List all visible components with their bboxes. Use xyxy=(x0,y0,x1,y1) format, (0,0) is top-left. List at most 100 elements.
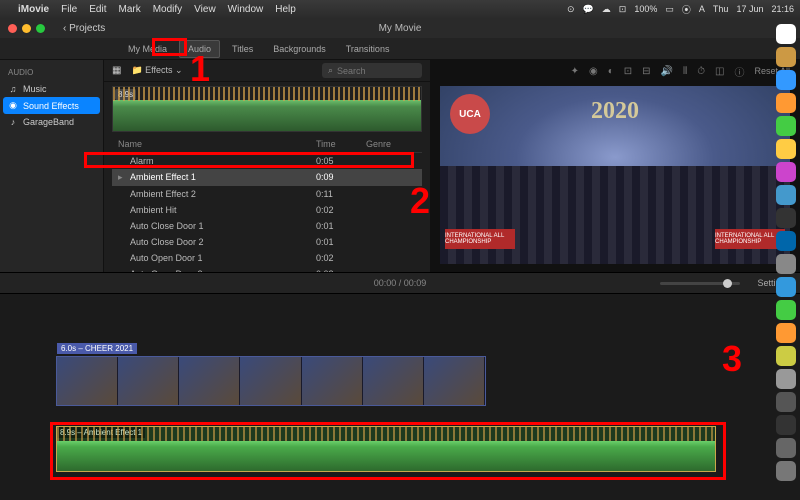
sidebar-item-label: GarageBand xyxy=(23,117,74,127)
tab-transitions[interactable]: Transitions xyxy=(338,41,398,57)
dock-app[interactable] xyxy=(776,162,796,182)
color-balance-icon[interactable]: ◉ xyxy=(589,66,598,77)
status-icon: ⊙ xyxy=(567,4,575,15)
table-row[interactable]: Auto Open Door 1 0:02 xyxy=(112,250,422,266)
col-genre[interactable]: Genre xyxy=(366,139,416,149)
play-icon[interactable] xyxy=(118,189,130,199)
dock-app[interactable] xyxy=(776,415,796,435)
menu-help[interactable]: Help xyxy=(275,4,296,15)
menu-window[interactable]: Window xyxy=(228,4,264,15)
menu-edit[interactable]: Edit xyxy=(89,4,106,15)
dock-app[interactable] xyxy=(776,300,796,320)
color-correct-icon[interactable]: ◐ xyxy=(608,66,614,77)
dock-app[interactable] xyxy=(776,277,796,297)
tab-backgrounds[interactable]: Backgrounds xyxy=(265,41,334,57)
status-icon: ☁ xyxy=(602,4,611,15)
sidebar-item-label: Music xyxy=(23,84,47,94)
window-titlebar: ‹ Projects My Movie xyxy=(0,18,800,38)
dock-app[interactable] xyxy=(776,323,796,343)
play-icon[interactable] xyxy=(118,237,130,247)
play-icon[interactable] xyxy=(118,221,130,231)
play-icon[interactable] xyxy=(118,156,130,166)
dock-app[interactable] xyxy=(776,139,796,159)
table-row[interactable]: Ambient Hit 0:02 xyxy=(112,202,422,218)
row-genre xyxy=(366,156,416,166)
volume-icon[interactable]: 🔊 xyxy=(661,66,673,77)
timeline[interactable]: 6.0s – CHEER 2021 8.9s – Ambient Effect … xyxy=(0,294,800,500)
grid-view-icon[interactable]: ▦ xyxy=(112,65,121,76)
audio-clip-label: 8.9s – Ambient Effect 1 xyxy=(57,427,145,438)
dock-app[interactable] xyxy=(776,392,796,412)
filter-icon[interactable]: ◫ xyxy=(715,66,724,77)
menu-mark[interactable]: Mark xyxy=(118,4,140,15)
sidebar-item-sound-effects[interactable]: ◉ Sound Effects xyxy=(3,97,100,114)
play-icon[interactable]: ▸ xyxy=(118,172,130,183)
table-row[interactable]: Ambient Effect 2 0:11 xyxy=(112,186,422,202)
row-time: 0:11 xyxy=(316,189,366,199)
menu-file[interactable]: File xyxy=(61,4,77,15)
tab-titles[interactable]: Titles xyxy=(224,41,261,57)
uca-logo: UCA xyxy=(450,94,490,134)
menu-view[interactable]: View xyxy=(194,4,216,15)
video-preview[interactable]: UCA 2020 INTERNATIONAL ALL CHAMPIONSHIP … xyxy=(440,86,790,264)
table-row[interactable]: ▸ Ambient Effect 1 0:09 xyxy=(112,169,422,186)
sidebar-item-garageband[interactable]: ♪ GarageBand xyxy=(0,114,103,130)
row-name: Alarm xyxy=(130,156,316,166)
sidebar-item-music[interactable]: ♫ Music xyxy=(0,81,103,97)
audio-clip[interactable]: 8.9s – Ambient Effect 1 xyxy=(56,426,716,472)
macos-menubar: iMovie File Edit Mark Modify View Window… xyxy=(0,0,800,18)
stabilize-icon[interactable]: ⊟ xyxy=(642,66,650,77)
effects-dropdown[interactable]: 📁 Effects ⌄ xyxy=(131,65,182,76)
dock-app[interactable] xyxy=(776,461,796,481)
enhance-icon[interactable]: ✦ xyxy=(571,66,579,77)
dock-app[interactable] xyxy=(776,231,796,251)
input-flag[interactable]: A xyxy=(699,4,705,14)
zoom-button[interactable] xyxy=(36,24,45,33)
dock-app[interactable] xyxy=(776,369,796,389)
search-input[interactable]: ⌕ Search xyxy=(322,63,422,78)
dock-app[interactable] xyxy=(776,93,796,113)
play-icon[interactable] xyxy=(118,253,130,263)
dock-app[interactable] xyxy=(776,70,796,90)
status-icon: 💬 xyxy=(583,4,594,15)
fx-icon: ◉ xyxy=(8,100,18,111)
info-icon[interactable]: ⓘ xyxy=(734,64,744,79)
traffic-lights xyxy=(8,24,45,33)
duration-badge: 8.9s xyxy=(115,89,136,100)
search-placeholder: Search xyxy=(337,66,366,76)
video-clip[interactable]: 6.0s – CHEER 2021 xyxy=(56,356,486,406)
projects-back[interactable]: ‹ Projects xyxy=(63,23,105,34)
app-name[interactable]: iMovie xyxy=(18,4,49,15)
col-name[interactable]: Name xyxy=(118,139,316,149)
dock-app[interactable] xyxy=(776,208,796,228)
dock-app[interactable] xyxy=(776,438,796,458)
zoom-slider[interactable] xyxy=(660,282,740,285)
row-name: Auto Close Door 2 xyxy=(130,237,316,247)
speed-icon[interactable]: ⏱ xyxy=(697,66,705,77)
dock-app[interactable] xyxy=(776,47,796,67)
waveform-preview[interactable]: 8.9s xyxy=(112,86,422,132)
dock-app[interactable] xyxy=(776,346,796,366)
tab-audio[interactable]: Audio xyxy=(179,40,220,58)
menubar-status: ⊙ 💬 ☁ ⊡ 100% ▭ ⦿ A Thu 17 Jun 21:16 xyxy=(567,3,794,16)
table-row[interactable]: Auto Close Door 2 0:01 xyxy=(112,234,422,250)
row-name: Ambient Hit xyxy=(130,205,316,215)
row-genre xyxy=(366,205,416,215)
menu-modify[interactable]: Modify xyxy=(153,4,182,15)
music-icon: ♫ xyxy=(8,84,18,94)
tab-my-media[interactable]: My Media xyxy=(120,41,175,57)
table-row[interactable]: Alarm 0:05 xyxy=(112,153,422,169)
noise-icon[interactable]: ⫴ xyxy=(683,66,687,77)
dock-app[interactable] xyxy=(776,185,796,205)
crop-icon[interactable]: ⊡ xyxy=(624,66,632,77)
row-genre xyxy=(366,221,416,231)
dock-app[interactable] xyxy=(776,254,796,274)
table-row[interactable]: Auto Close Door 1 0:01 xyxy=(112,218,422,234)
close-button[interactable] xyxy=(8,24,17,33)
dock-app[interactable] xyxy=(776,24,796,44)
dock-app[interactable] xyxy=(776,116,796,136)
col-time[interactable]: Time xyxy=(316,139,366,149)
minimize-button[interactable] xyxy=(22,24,31,33)
play-icon[interactable] xyxy=(118,205,130,215)
sidebar-header: AUDIO xyxy=(0,66,103,81)
